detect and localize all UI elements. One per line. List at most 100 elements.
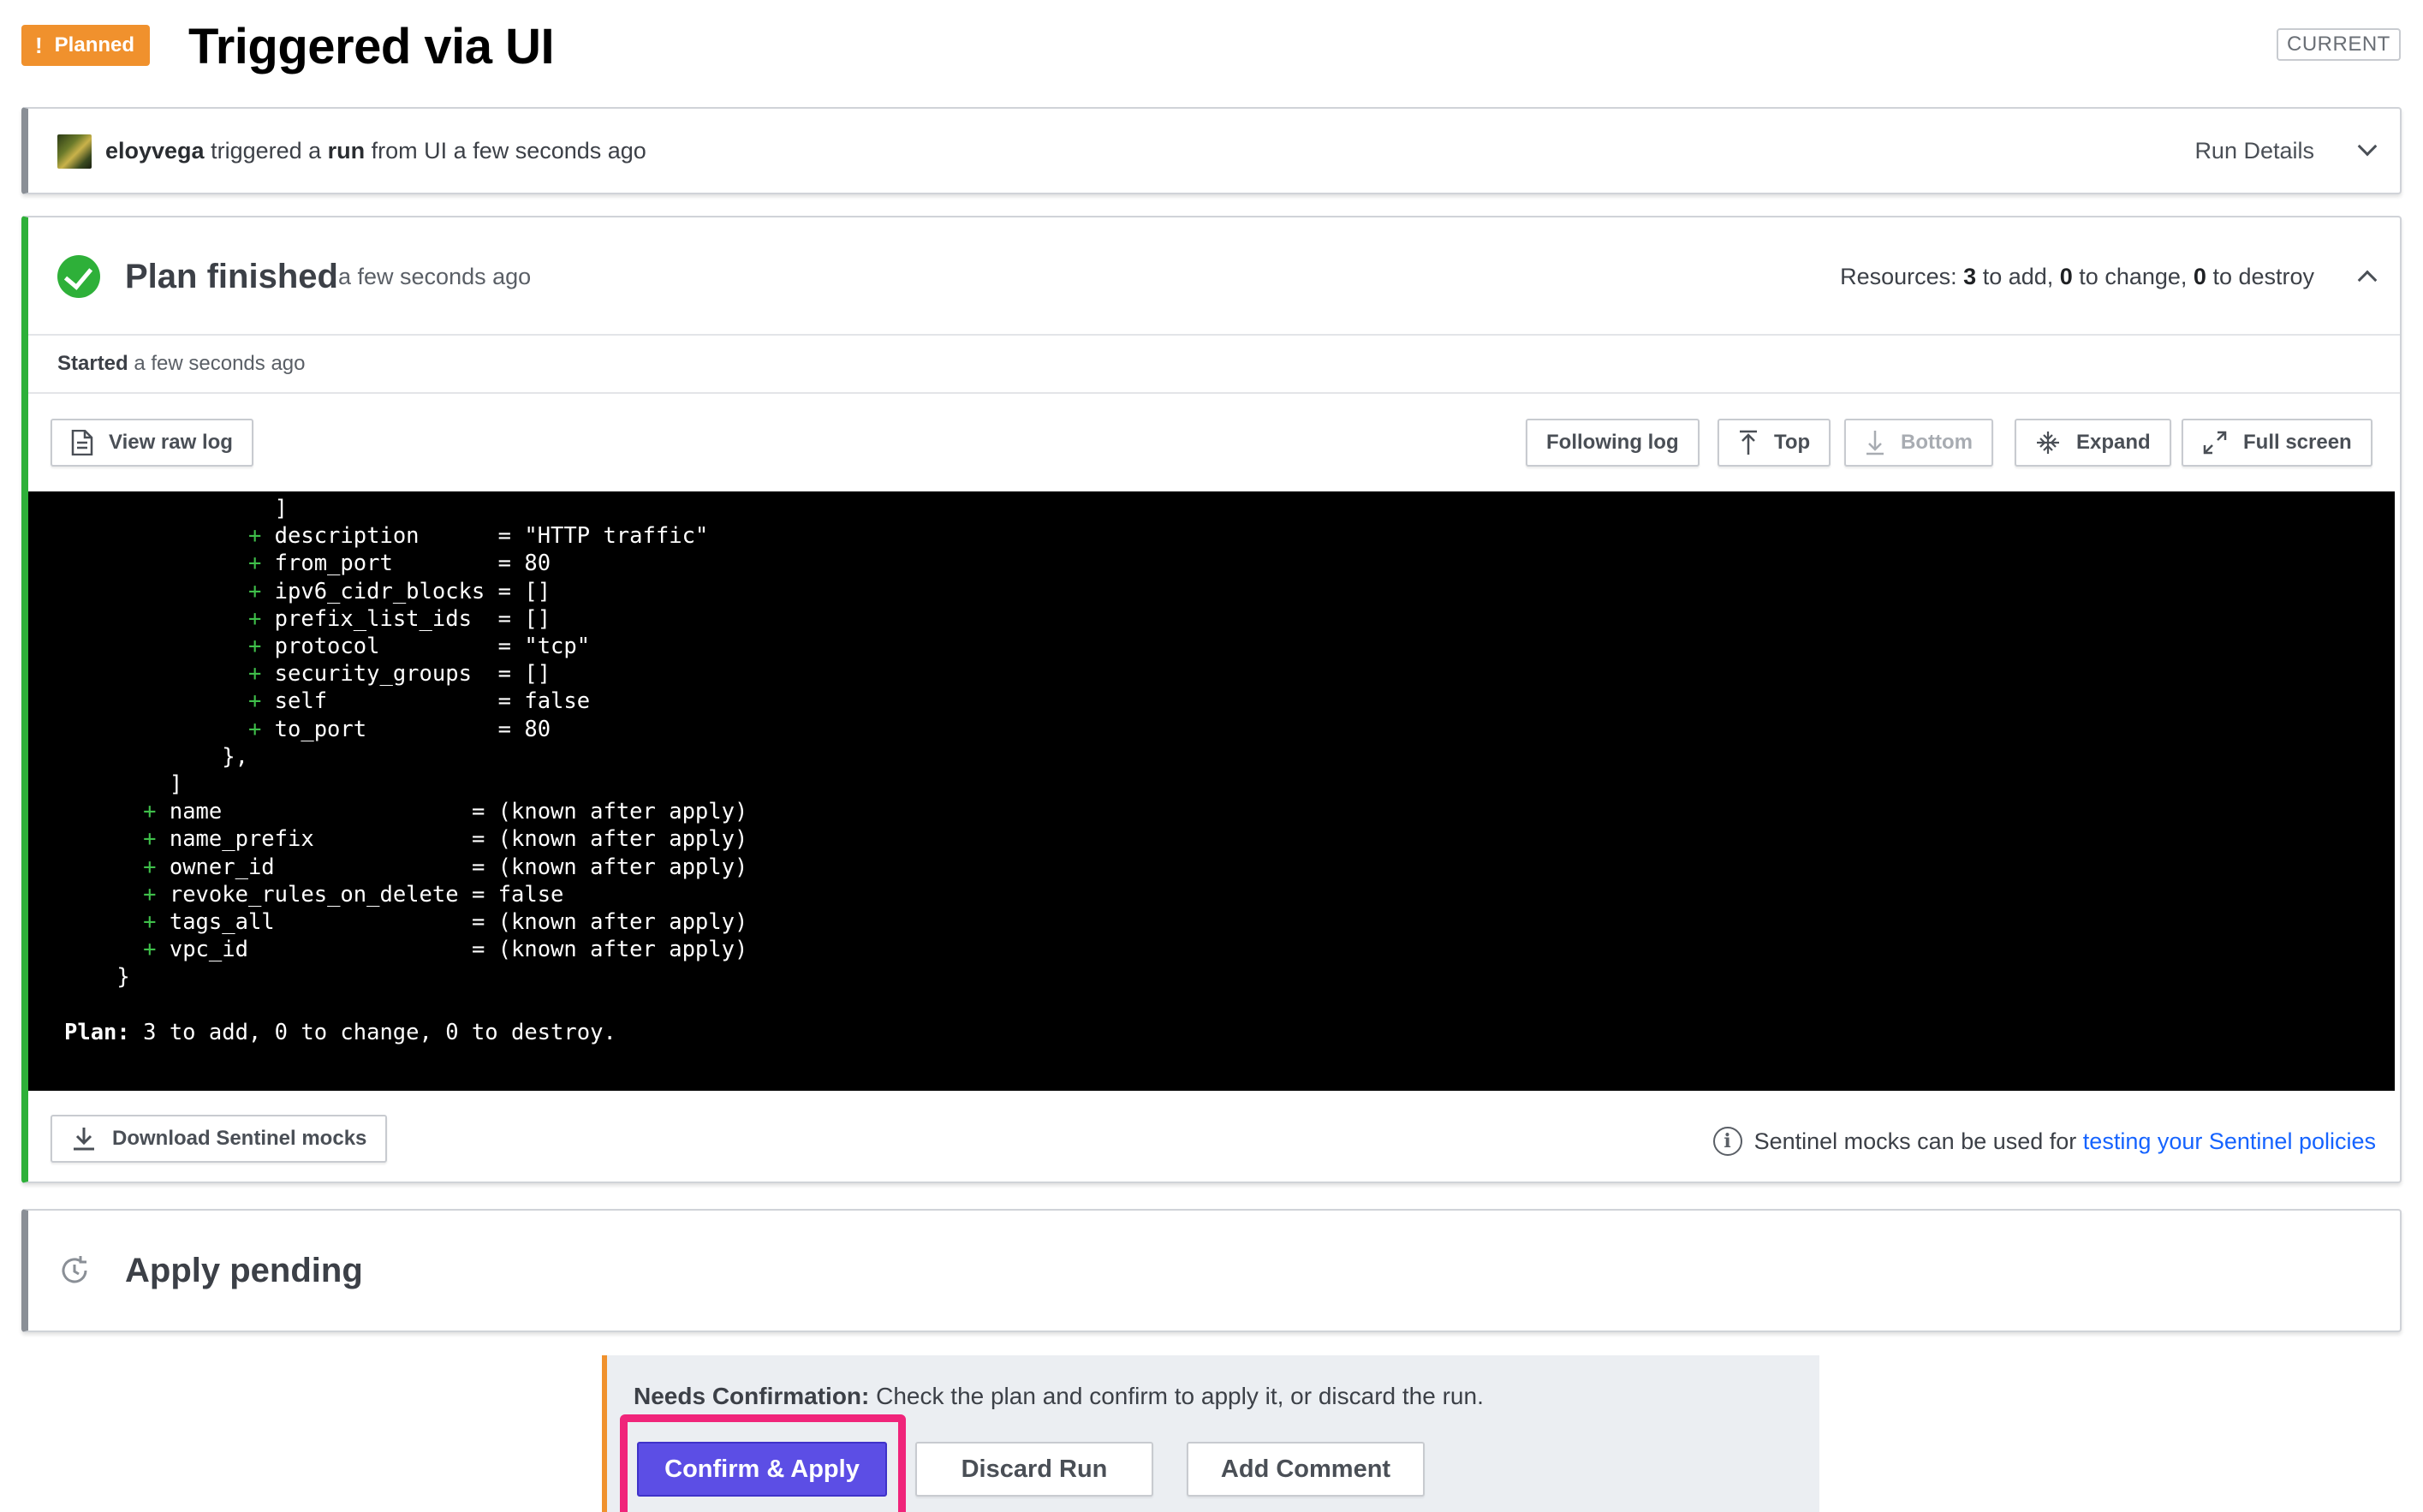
log-plus-marker: + xyxy=(247,716,262,742)
expand-icon xyxy=(2037,432,2059,454)
log-line: + name_prefix = (known after apply) xyxy=(64,825,747,853)
plan-summary-label: Plan: xyxy=(64,1019,130,1045)
log-line-text: ipv6_cidr_blocks = [] xyxy=(261,578,551,604)
apply-title: Apply pending xyxy=(125,1251,363,1289)
log-indent xyxy=(64,799,143,824)
discard-run-button[interactable]: Discard Run xyxy=(915,1442,1153,1497)
add-count: 3 xyxy=(1963,263,1977,289)
log-plus-marker: + xyxy=(247,605,262,632)
plan-panel: Plan finished a few seconds ago Resource… xyxy=(21,216,2402,1183)
log-indent xyxy=(64,964,116,990)
current-tag: CURRENT xyxy=(2277,28,2401,61)
bottom-button[interactable]: Bottom xyxy=(1844,419,1993,467)
change-text: to change, xyxy=(2072,263,2194,289)
chevron-up-icon[interactable] xyxy=(2357,270,2378,290)
top-button[interactable]: Top xyxy=(1718,419,1831,467)
log-indent xyxy=(64,688,248,714)
log-line-text: tags_all = (known after apply) xyxy=(156,909,748,936)
log-line: }, xyxy=(64,743,747,771)
started-label: Started xyxy=(57,352,128,375)
log-line: + protocol = "tcp" xyxy=(64,633,747,660)
top-label[interactable]: Top xyxy=(1774,431,1810,455)
trigger-user[interactable]: eloyvega xyxy=(105,138,205,164)
log-line-text: ] xyxy=(169,771,183,798)
log-line-text: vpc_id = (known after apply) xyxy=(156,937,748,963)
document-icon xyxy=(71,430,93,455)
log-line-text: to_port = 80 xyxy=(261,716,551,742)
log-line-text: self = false xyxy=(261,688,591,715)
log-indent xyxy=(64,496,275,521)
full-screen-button[interactable]: Full screen xyxy=(2182,419,2372,467)
download-sentinel-mocks-label[interactable]: Download Sentinel mocks xyxy=(112,1127,366,1151)
full-screen-label[interactable]: Full screen xyxy=(2243,431,2352,455)
run-details-label[interactable]: Run Details xyxy=(2194,138,2314,164)
log-indent xyxy=(64,579,248,604)
log-indent xyxy=(64,523,248,549)
trigger-run-word: run xyxy=(327,137,366,164)
plan-header[interactable]: Plan finished a few seconds ago Resource… xyxy=(28,217,2400,336)
confirmation-text: Check the plan and confirm to apply it, … xyxy=(869,1383,1484,1409)
started-time: a few seconds ago xyxy=(128,352,306,375)
plan-summary-text: 3 to add, 0 to change, 0 to destroy. xyxy=(129,1019,616,1045)
expand-label[interactable]: Expand xyxy=(2076,431,2151,455)
log-line-text: security_groups = [] xyxy=(261,661,551,688)
plan-time: a few seconds ago xyxy=(338,263,532,289)
view-raw-log-button[interactable]: View raw log xyxy=(51,419,253,467)
trigger-text: triggered a xyxy=(204,137,328,164)
run-details-toggle[interactable]: Run Details xyxy=(2194,109,2314,193)
download-sentinel-mocks-button[interactable]: Download Sentinel mocks xyxy=(51,1115,388,1163)
log-line: + from_port = 80 xyxy=(64,550,747,577)
check-circle-icon xyxy=(57,255,100,298)
log-indent xyxy=(64,826,143,852)
log-indent xyxy=(64,661,248,687)
log-indent xyxy=(64,717,248,742)
log-plus-marker: + xyxy=(247,634,262,660)
log-plus-marker: + xyxy=(143,937,157,963)
warning-icon: ! xyxy=(35,32,43,58)
destroy-text: to destroy xyxy=(2206,263,2314,289)
log-plus-marker: + xyxy=(143,826,157,853)
following-log-button[interactable]: Following log xyxy=(1526,419,1700,467)
log-line-text: from_port = 80 xyxy=(261,551,551,577)
log-line: + self = false xyxy=(64,688,747,715)
log-plus-marker: + xyxy=(143,881,157,908)
log-line-text: }, xyxy=(222,743,248,770)
log-line: + description = "HTTP traffic" xyxy=(64,522,747,550)
log-line-text: revoke_rules_on_delete = false xyxy=(156,881,564,908)
log-line: + tags_all = (known after apply) xyxy=(64,908,747,936)
log-line: + ipv6_cidr_blocks = [] xyxy=(64,578,747,605)
log-line-text: description = "HTTP traffic" xyxy=(261,523,709,550)
log-line-text: } xyxy=(116,964,130,991)
pending-clock-icon xyxy=(62,1256,87,1283)
log-plus-marker: + xyxy=(247,551,262,577)
log-line-text: name_prefix = (known after apply) xyxy=(156,826,748,853)
log-indent xyxy=(64,634,248,659)
bottom-label[interactable]: Bottom xyxy=(1901,431,1973,455)
log-indent xyxy=(64,909,143,935)
log-plus-marker: + xyxy=(247,688,262,715)
log-line-text: prefix_list_ids = [] xyxy=(261,605,551,632)
log-indent xyxy=(64,551,248,576)
log-indent xyxy=(64,882,143,908)
trigger-text-2: from UI a few seconds ago xyxy=(365,137,646,164)
log-indent xyxy=(64,937,143,962)
log-indent xyxy=(64,744,222,770)
log-line: ] xyxy=(64,771,747,798)
download-icon xyxy=(74,1128,94,1151)
trigger-summary: eloyvega triggered a run from UI a few s… xyxy=(105,109,646,193)
add-comment-button[interactable]: Add Comment xyxy=(1187,1442,1425,1497)
add-text: to add, xyxy=(1976,263,2060,289)
destroy-count: 0 xyxy=(2193,263,2206,289)
following-log-label[interactable]: Following log xyxy=(1546,431,1679,455)
view-raw-log-label[interactable]: View raw log xyxy=(109,431,233,455)
sentinel-policies-link[interactable]: testing your Sentinel policies xyxy=(2083,1128,2376,1154)
expand-button[interactable]: Expand xyxy=(2015,419,2171,467)
started-info: Started a few seconds ago xyxy=(57,336,306,392)
log-output[interactable]: ] + description = "HTTP traffic" + from_… xyxy=(28,491,2395,1091)
chevron-down-icon[interactable] xyxy=(2357,136,2378,157)
sentinel-mocks-info: i Sentinel mocks can be used for testing… xyxy=(1712,1120,2376,1163)
log-line-text: ] xyxy=(274,496,288,521)
status-badge-label: Planned xyxy=(54,33,135,57)
log-plus-marker: + xyxy=(143,909,157,936)
confirm-apply-button[interactable]: Confirm & Apply xyxy=(637,1442,887,1497)
